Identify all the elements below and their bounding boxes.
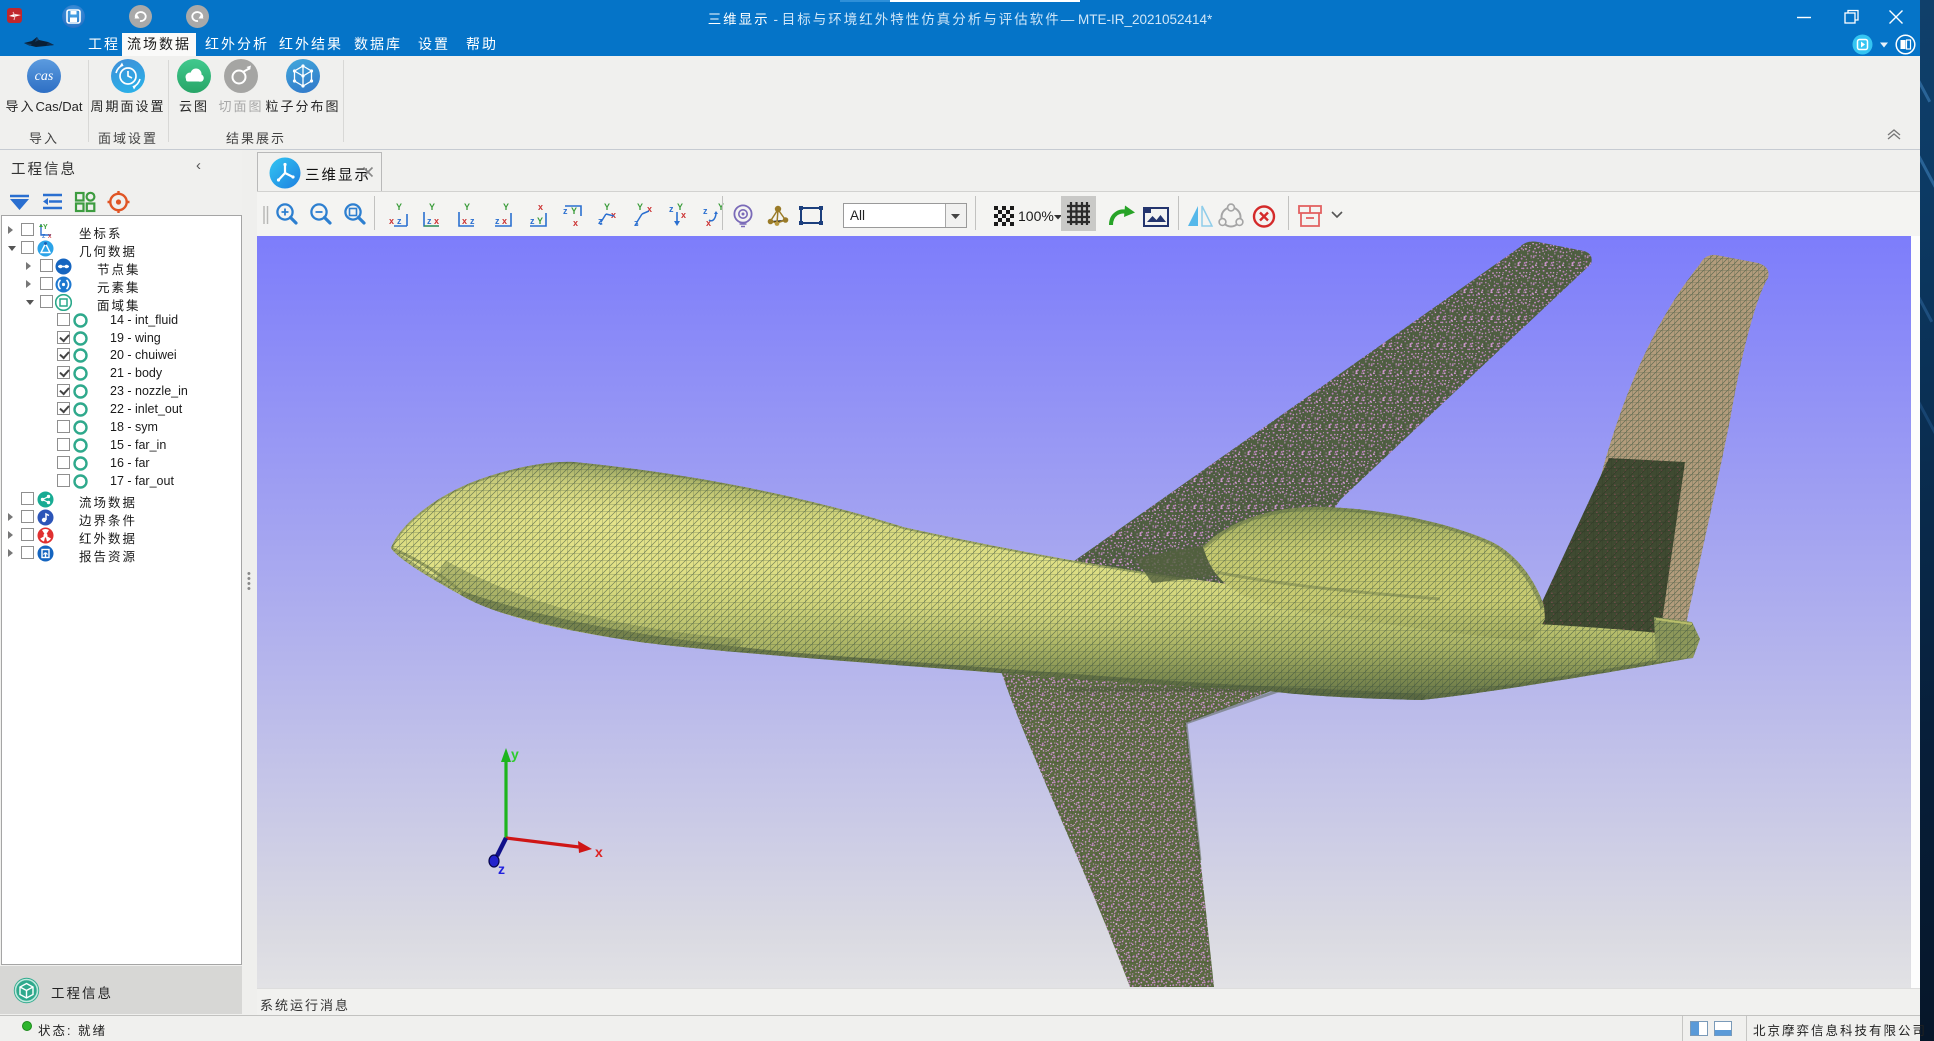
- svg-text:z: z: [703, 206, 708, 216]
- svg-text:x: x: [573, 218, 578, 228]
- svg-text:z: z: [397, 216, 402, 226]
- svg-text:Y: Y: [43, 224, 48, 231]
- svg-text:x: x: [434, 216, 439, 226]
- svg-text:Y: Y: [464, 202, 470, 212]
- svg-text:x: x: [462, 216, 467, 226]
- svg-text:x: x: [595, 844, 603, 860]
- svg-text:cas: cas: [35, 69, 54, 84]
- svg-text:z: z: [563, 206, 568, 216]
- svg-text:x: x: [681, 210, 686, 220]
- svg-text:z: z: [470, 216, 475, 226]
- svg-text:Y: Y: [429, 202, 435, 212]
- svg-text:z: z: [669, 204, 674, 214]
- svg-text:y: y: [511, 746, 519, 762]
- svg-text:Y: Y: [637, 202, 643, 212]
- svg-text:Y: Y: [571, 206, 577, 216]
- svg-text:x: x: [706, 218, 711, 228]
- svg-text:z: z: [427, 216, 432, 226]
- svg-text:x: x: [502, 216, 507, 226]
- svg-text:z: z: [530, 216, 535, 226]
- svg-text:Y: Y: [604, 202, 610, 212]
- svg-text:x: x: [647, 204, 652, 214]
- svg-text:x: x: [538, 202, 543, 212]
- svg-text:x: x: [389, 216, 394, 226]
- svg-text:Y: Y: [718, 202, 724, 212]
- svg-text:Y: Y: [537, 216, 543, 226]
- svg-text:Y: Y: [396, 202, 402, 212]
- svg-text:Y: Y: [503, 202, 509, 212]
- svg-text:z: z: [495, 216, 500, 226]
- svg-text:z: z: [498, 861, 505, 877]
